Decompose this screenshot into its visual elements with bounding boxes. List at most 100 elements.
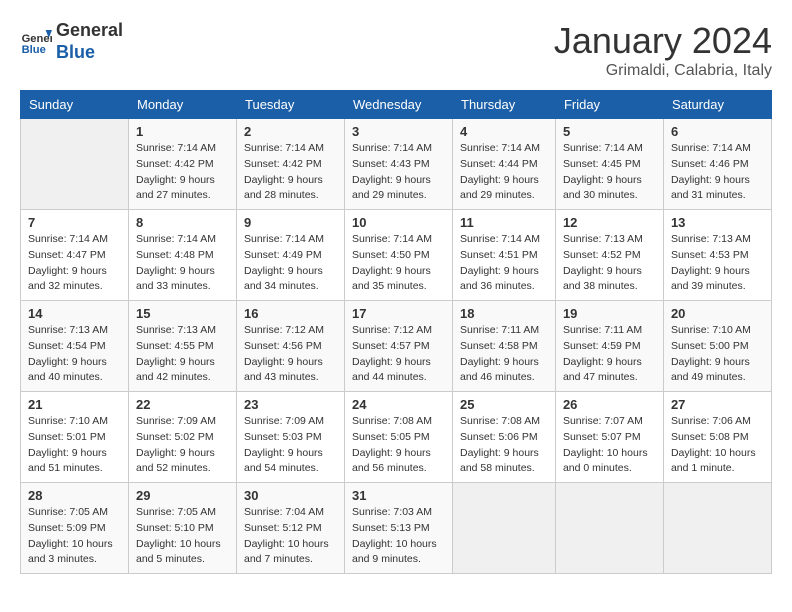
calendar-cell: 15 Sunrise: 7:13 AM Sunset: 4:55 PM Dayli… bbox=[129, 301, 237, 392]
day-info: Sunrise: 7:14 AM Sunset: 4:46 PM Dayligh… bbox=[671, 141, 764, 204]
calendar-cell: 6 Sunrise: 7:14 AM Sunset: 4:46 PM Daylig… bbox=[663, 119, 771, 210]
day-info: Sunrise: 7:14 AM Sunset: 4:43 PM Dayligh… bbox=[352, 141, 445, 204]
day-number: 3 bbox=[352, 124, 445, 139]
day-number: 9 bbox=[244, 215, 337, 230]
day-info: Sunrise: 7:14 AM Sunset: 4:47 PM Dayligh… bbox=[28, 232, 121, 295]
day-number: 19 bbox=[563, 306, 656, 321]
day-info: Sunrise: 7:09 AM Sunset: 5:03 PM Dayligh… bbox=[244, 414, 337, 477]
day-number: 23 bbox=[244, 397, 337, 412]
calendar-cell: 17 Sunrise: 7:12 AM Sunset: 4:57 PM Dayli… bbox=[345, 301, 453, 392]
day-number: 20 bbox=[671, 306, 764, 321]
calendar-cell bbox=[555, 483, 663, 574]
day-info: Sunrise: 7:04 AM Sunset: 5:12 PM Dayligh… bbox=[244, 505, 337, 568]
weekday-header-friday: Friday bbox=[555, 91, 663, 119]
calendar-cell: 5Sunrise: 7:14 AM Sunset: 4:45 PM Daylig… bbox=[555, 119, 663, 210]
day-info: Sunrise: 7:08 AM Sunset: 5:06 PM Dayligh… bbox=[460, 414, 548, 477]
weekday-header-wednesday: Wednesday bbox=[345, 91, 453, 119]
day-number: 13 bbox=[671, 215, 764, 230]
calendar-cell: 3 Sunrise: 7:14 AM Sunset: 4:43 PM Daylig… bbox=[345, 119, 453, 210]
calendar-cell: 10 Sunrise: 7:14 AM Sunset: 4:50 PM Dayli… bbox=[345, 210, 453, 301]
day-number: 18 bbox=[460, 306, 548, 321]
day-number: 22 bbox=[136, 397, 229, 412]
day-info: Sunrise: 7:10 AM Sunset: 5:00 PM Dayligh… bbox=[671, 323, 764, 386]
day-number: 24 bbox=[352, 397, 445, 412]
day-info: Sunrise: 7:14 AM Sunset: 4:42 PM Dayligh… bbox=[136, 141, 229, 204]
day-info: Sunrise: 7:09 AM Sunset: 5:02 PM Dayligh… bbox=[136, 414, 229, 477]
day-info: Sunrise: 7:12 AM Sunset: 4:57 PM Dayligh… bbox=[352, 323, 445, 386]
calendar-cell: 31 Sunrise: 7:03 AM Sunset: 5:13 PM Dayli… bbox=[345, 483, 453, 574]
day-info: Sunrise: 7:14 AM Sunset: 4:44 PM Dayligh… bbox=[460, 141, 548, 204]
day-info: Sunrise: 7:14 AM Sunset: 4:50 PM Dayligh… bbox=[352, 232, 445, 295]
day-info: Sunrise: 7:03 AM Sunset: 5:13 PM Dayligh… bbox=[352, 505, 445, 568]
day-info: Sunrise: 7:11 AM Sunset: 4:59 PM Dayligh… bbox=[563, 323, 656, 386]
day-number: 31 bbox=[352, 488, 445, 503]
logo: General Blue General Blue bbox=[20, 20, 123, 63]
calendar-cell: 22 Sunrise: 7:09 AM Sunset: 5:02 PM Dayli… bbox=[129, 392, 237, 483]
calendar-cell: 23 Sunrise: 7:09 AM Sunset: 5:03 PM Dayli… bbox=[237, 392, 345, 483]
day-info: Sunrise: 7:05 AM Sunset: 5:10 PM Dayligh… bbox=[136, 505, 229, 568]
calendar-week-row: 14Sunrise: 7:13 AM Sunset: 4:54 PM Dayli… bbox=[21, 301, 772, 392]
calendar-table: SundayMondayTuesdayWednesdayThursdayFrid… bbox=[20, 90, 772, 574]
calendar-week-row: 7Sunrise: 7:14 AM Sunset: 4:47 PM Daylig… bbox=[21, 210, 772, 301]
day-info: Sunrise: 7:13 AM Sunset: 4:55 PM Dayligh… bbox=[136, 323, 229, 386]
day-info: Sunrise: 7:08 AM Sunset: 5:05 PM Dayligh… bbox=[352, 414, 445, 477]
logo-icon: General Blue bbox=[20, 26, 52, 58]
day-info: Sunrise: 7:10 AM Sunset: 5:01 PM Dayligh… bbox=[28, 414, 121, 477]
day-info: Sunrise: 7:14 AM Sunset: 4:51 PM Dayligh… bbox=[460, 232, 548, 295]
calendar-week-row: 1Sunrise: 7:14 AM Sunset: 4:42 PM Daylig… bbox=[21, 119, 772, 210]
calendar-cell: 16 Sunrise: 7:12 AM Sunset: 4:56 PM Dayli… bbox=[237, 301, 345, 392]
weekday-header-saturday: Saturday bbox=[663, 91, 771, 119]
calendar-cell: 13Sunrise: 7:13 AM Sunset: 4:53 PM Dayli… bbox=[663, 210, 771, 301]
day-info: Sunrise: 7:11 AM Sunset: 4:58 PM Dayligh… bbox=[460, 323, 548, 386]
day-number: 25 bbox=[460, 397, 548, 412]
calendar-cell: 29 Sunrise: 7:05 AM Sunset: 5:10 PM Dayli… bbox=[129, 483, 237, 574]
calendar-cell: 12 Sunrise: 7:13 AM Sunset: 4:52 PM Dayli… bbox=[555, 210, 663, 301]
day-number: 8 bbox=[136, 215, 229, 230]
day-info: Sunrise: 7:05 AM Sunset: 5:09 PM Dayligh… bbox=[28, 505, 121, 568]
day-number: 5 bbox=[563, 124, 656, 139]
day-info: Sunrise: 7:13 AM Sunset: 4:52 PM Dayligh… bbox=[563, 232, 656, 295]
day-number: 17 bbox=[352, 306, 445, 321]
weekday-header-sunday: Sunday bbox=[21, 91, 129, 119]
calendar-week-row: 28 Sunrise: 7:05 AM Sunset: 5:09 PM Dayli… bbox=[21, 483, 772, 574]
day-number: 4 bbox=[460, 124, 548, 139]
day-number: 27 bbox=[671, 397, 764, 412]
day-number: 16 bbox=[244, 306, 337, 321]
weekday-header-monday: Monday bbox=[129, 91, 237, 119]
day-number: 29 bbox=[136, 488, 229, 503]
calendar-cell bbox=[453, 483, 556, 574]
svg-text:General: General bbox=[22, 33, 52, 45]
day-info: Sunrise: 7:06 AM Sunset: 5:08 PM Dayligh… bbox=[671, 414, 764, 477]
calendar-cell bbox=[663, 483, 771, 574]
logo-text: General Blue bbox=[56, 20, 123, 63]
day-number: 11 bbox=[460, 215, 548, 230]
weekday-header-thursday: Thursday bbox=[453, 91, 556, 119]
day-info: Sunrise: 7:12 AM Sunset: 4:56 PM Dayligh… bbox=[244, 323, 337, 386]
day-number: 26 bbox=[563, 397, 656, 412]
day-number: 30 bbox=[244, 488, 337, 503]
calendar-cell: 7Sunrise: 7:14 AM Sunset: 4:47 PM Daylig… bbox=[21, 210, 129, 301]
calendar-week-row: 21Sunrise: 7:10 AM Sunset: 5:01 PM Dayli… bbox=[21, 392, 772, 483]
day-number: 10 bbox=[352, 215, 445, 230]
day-info: Sunrise: 7:14 AM Sunset: 4:42 PM Dayligh… bbox=[244, 141, 337, 204]
calendar-cell: 30 Sunrise: 7:04 AM Sunset: 5:12 PM Dayli… bbox=[237, 483, 345, 574]
day-number: 28 bbox=[28, 488, 121, 503]
page-header: General Blue General Blue January 2024 G… bbox=[20, 20, 772, 80]
calendar-cell bbox=[21, 119, 129, 210]
day-number: 6 bbox=[671, 124, 764, 139]
month-title: January 2024 bbox=[554, 20, 772, 62]
calendar-cell: 28 Sunrise: 7:05 AM Sunset: 5:09 PM Dayli… bbox=[21, 483, 129, 574]
day-number: 2 bbox=[244, 124, 337, 139]
calendar-cell: 2 Sunrise: 7:14 AM Sunset: 4:42 PM Daylig… bbox=[237, 119, 345, 210]
svg-text:Blue: Blue bbox=[22, 44, 46, 56]
day-info: Sunrise: 7:14 AM Sunset: 4:48 PM Dayligh… bbox=[136, 232, 229, 295]
day-number: 14 bbox=[28, 306, 121, 321]
calendar-cell: 27 Sunrise: 7:06 AM Sunset: 5:08 PM Dayli… bbox=[663, 392, 771, 483]
day-number: 12 bbox=[563, 215, 656, 230]
calendar-cell: 11 Sunrise: 7:14 AM Sunset: 4:51 PM Dayli… bbox=[453, 210, 556, 301]
weekday-header-tuesday: Tuesday bbox=[237, 91, 345, 119]
calendar-cell: 20 Sunrise: 7:10 AM Sunset: 5:00 PM Dayli… bbox=[663, 301, 771, 392]
day-number: 15 bbox=[136, 306, 229, 321]
calendar-cell: 18 Sunrise: 7:11 AM Sunset: 4:58 PM Dayli… bbox=[453, 301, 556, 392]
calendar-cell: 21Sunrise: 7:10 AM Sunset: 5:01 PM Dayli… bbox=[21, 392, 129, 483]
